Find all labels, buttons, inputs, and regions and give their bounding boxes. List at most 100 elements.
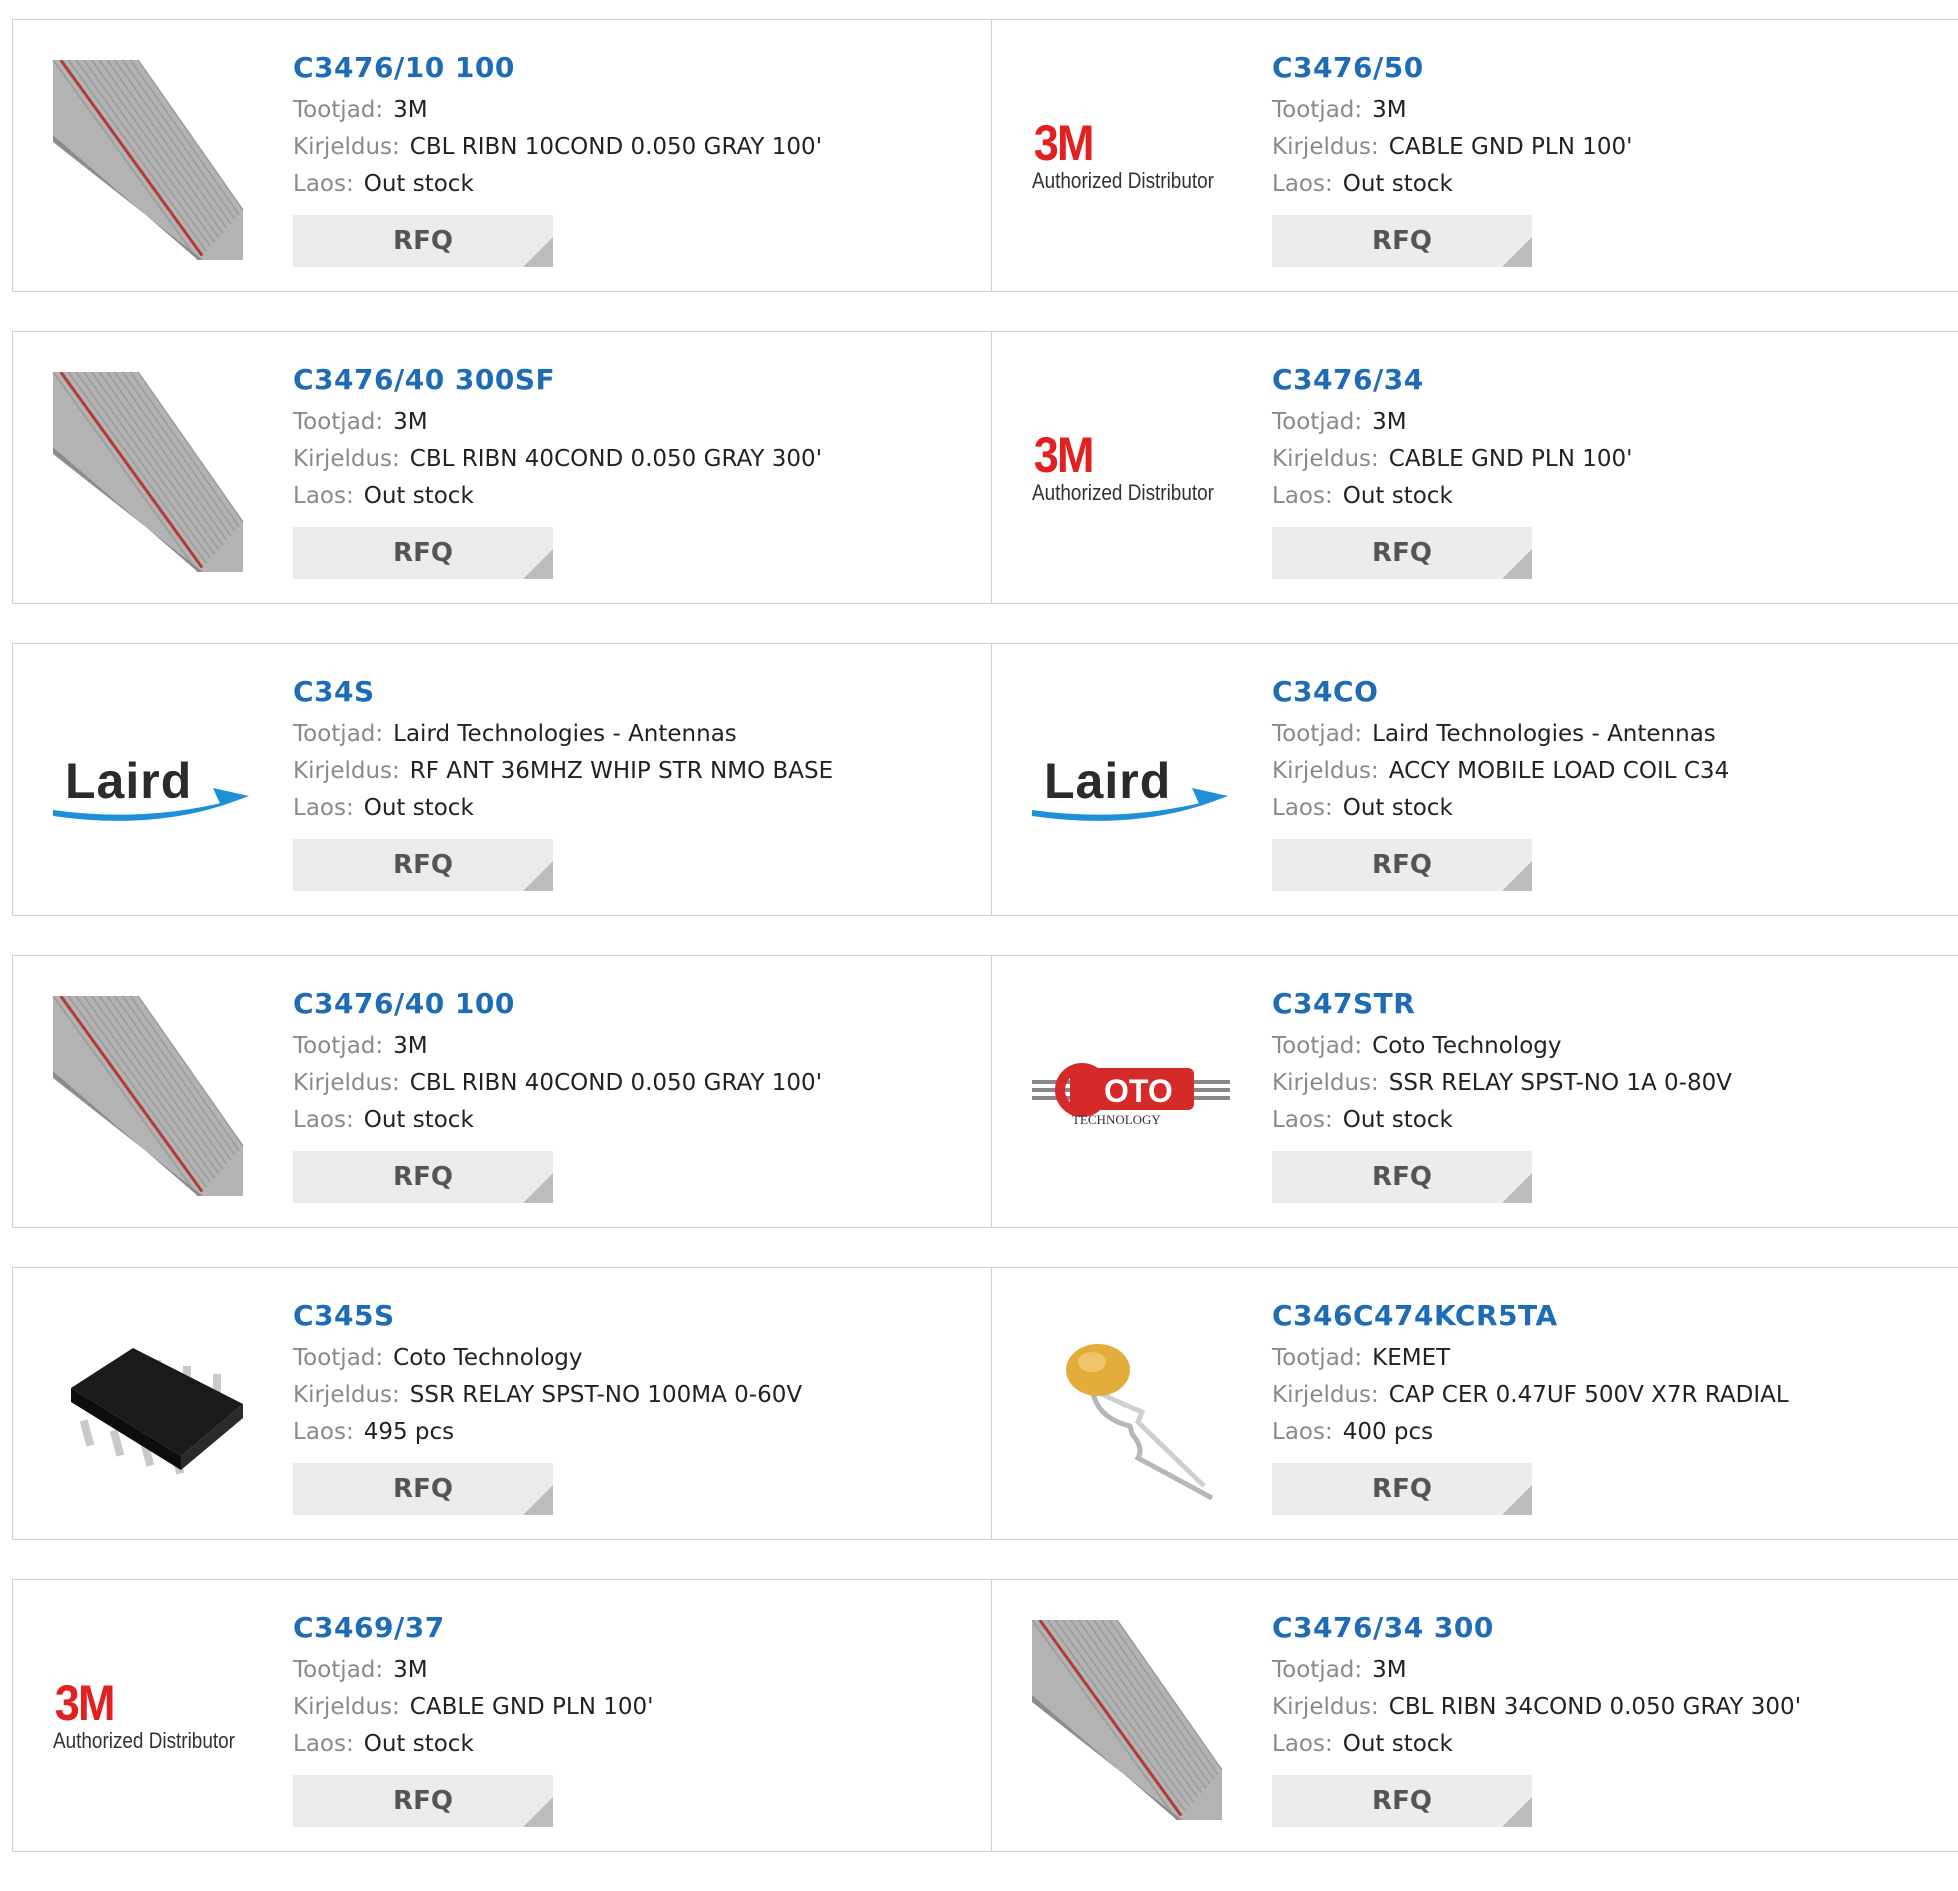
product-card: C3476/40 300SF Tootjad: 3M Kirjeldus: CBL … — [12, 331, 992, 604]
product-image[interactable] — [52, 371, 253, 573]
product-card: C3476/34 300 Tootjad: 3M Kirjeldus: CBL RI… — [991, 1579, 1958, 1852]
rfq-button[interactable]: RFQ — [1272, 1463, 1532, 1515]
product-row: C3476/40 300SF Tootjad: 3M Kirjeldus: CBL … — [12, 331, 1958, 606]
corner-triangle-icon — [1502, 861, 1532, 891]
rfq-button[interactable]: RFQ — [1272, 1151, 1532, 1203]
rfq-button[interactable]: RFQ — [293, 839, 553, 891]
product-image[interactable]: 3M Authorized Distributor — [1032, 60, 1232, 260]
rfq-label: RFQ — [1372, 538, 1432, 568]
rfq-button[interactable]: RFQ — [293, 1151, 553, 1203]
product-image[interactable] — [53, 1308, 253, 1508]
rfq-button[interactable]: RFQ — [293, 1775, 553, 1827]
description-label: Kirjeldus: — [1272, 1070, 1379, 1096]
description-value: SSR RELAY SPST-NO 1A 0-80V — [1388, 1070, 1732, 1096]
product-image[interactable]: OTO TECHNOLOGY — [1032, 996, 1232, 1196]
part-number-link[interactable]: C3476/34 300 — [1272, 1606, 1801, 1652]
manufacturer-row: Tootjad: 3M — [293, 1652, 653, 1689]
product-image[interactable]: 3M Authorized Distributor — [1032, 372, 1232, 572]
manufacturer-label: Tootjad: — [293, 1657, 384, 1683]
stock-row: Laos: 400 pcs — [1272, 1414, 1789, 1451]
part-number-link[interactable]: C3476/40 300SF — [293, 358, 822, 404]
rfq-button[interactable]: RFQ — [293, 527, 553, 579]
svg-text:TECHNOLOGY: TECHNOLOGY — [1072, 1112, 1161, 1127]
ceramic-capacitor-icon — [1066, 1344, 1214, 1501]
manufacturer-label: Tootjad: — [293, 97, 384, 123]
description-row: Kirjeldus: SSR RELAY SPST-NO 100MA 0-60V — [293, 1377, 802, 1414]
product-image[interactable]: Laird — [53, 684, 253, 884]
part-number-link[interactable]: C3476/50 — [1272, 46, 1632, 92]
product-image[interactable] — [52, 59, 253, 261]
part-number-link[interactable]: C3469/37 — [293, 1606, 653, 1652]
description-row: Kirjeldus: CAP CER 0.47UF 500V X7R RADIAL — [1272, 1377, 1789, 1414]
product-info: C3476/10 100 Tootjad: 3M Kirjeldus: CBL RI… — [293, 46, 822, 267]
stock-label: Laos: — [293, 1419, 354, 1445]
rfq-button[interactable]: RFQ — [1272, 839, 1532, 891]
manufacturer-row: Tootjad: 3M — [1272, 404, 1632, 441]
stock-label: Laos: — [293, 1731, 354, 1757]
product-info: C3476/40 100 Tootjad: 3M Kirjeldus: CBL RI… — [293, 982, 822, 1203]
manufacturer-value: KEMET — [1372, 1345, 1451, 1371]
description-label: Kirjeldus: — [1272, 1694, 1379, 1720]
rfq-button[interactable]: RFQ — [293, 1463, 553, 1515]
part-number-link[interactable]: C34CO — [1272, 670, 1729, 716]
stock-value: Out stock — [363, 171, 474, 197]
ribbon-cable-icon — [52, 59, 244, 261]
description-row: Kirjeldus: CABLE GND PLN 100' — [1272, 441, 1632, 478]
product-grid: C3476/10 100 Tootjad: 3M Kirjeldus: CBL RI… — [12, 19, 1958, 1891]
rfq-button[interactable]: RFQ — [1272, 527, 1532, 579]
description-label: Kirjeldus: — [293, 1070, 400, 1096]
product-info: C345S Tootjad: Coto Technology Kirjeldus:… — [293, 1294, 802, 1515]
ribbon-cable-icon — [1031, 1619, 1223, 1821]
stock-value: Out stock — [363, 1731, 474, 1757]
product-row: C3476/40 100 Tootjad: 3M Kirjeldus: CBL RI… — [12, 955, 1958, 1230]
description-row: Kirjeldus: CBL RIBN 34COND 0.050 GRAY 300… — [1272, 1689, 1801, 1726]
stock-value: Out stock — [1342, 795, 1453, 821]
product-card: Laird C34S Tootjad: Laird Technologies - … — [12, 643, 992, 916]
description-value: CBL RIBN 10COND 0.050 GRAY 100' — [409, 134, 823, 160]
product-card: Laird C34CO Tootjad: Laird Technologies -… — [991, 643, 1958, 916]
manufacturer-row: Tootjad: Coto Technology — [1272, 1028, 1732, 1065]
corner-triangle-icon — [1502, 549, 1532, 579]
product-info: C3476/34 300 Tootjad: 3M Kirjeldus: CBL RI… — [1272, 1606, 1801, 1827]
product-card: C3476/40 100 Tootjad: 3M Kirjeldus: CBL RI… — [12, 955, 992, 1228]
corner-triangle-icon — [523, 237, 553, 267]
part-number-link[interactable]: C3476/34 — [1272, 358, 1632, 404]
part-number-link[interactable]: C3476/10 100 — [293, 46, 822, 92]
description-row: Kirjeldus: ACCY MOBILE LOAD COIL C34 — [1272, 753, 1729, 790]
stock-label: Laos: — [1272, 171, 1333, 197]
3m-logo-icon: 3M Authorized Distributor — [1032, 115, 1214, 193]
product-image[interactable] — [52, 995, 253, 1197]
rfq-button[interactable]: RFQ — [1272, 1775, 1532, 1827]
manufacturer-row: Tootjad: 3M — [293, 404, 822, 441]
description-label: Kirjeldus: — [293, 134, 400, 160]
part-number-link[interactable]: C346C474KCR5TA — [1272, 1294, 1789, 1340]
product-image[interactable]: 3M Authorized Distributor — [53, 1620, 253, 1820]
manufacturer-label: Tootjad: — [293, 1033, 384, 1059]
stock-row: Laos: Out stock — [1272, 478, 1632, 515]
manufacturer-value: 3M — [393, 1657, 428, 1683]
description-row: Kirjeldus: CBL RIBN 40COND 0.050 GRAY 300… — [293, 441, 822, 478]
corner-triangle-icon — [523, 1797, 553, 1827]
manufacturer-row: Tootjad: Laird Technologies - Antennas — [1272, 716, 1729, 753]
stock-value: Out stock — [363, 483, 474, 509]
stock-row: Laos: Out stock — [1272, 1726, 1801, 1763]
product-row: C3476/10 100 Tootjad: 3M Kirjeldus: CBL RI… — [12, 19, 1958, 294]
product-card: 3M Authorized Distributor C3469/37 Tootja… — [12, 1579, 992, 1852]
corner-triangle-icon — [1502, 1173, 1532, 1203]
product-image[interactable] — [1032, 1308, 1232, 1508]
manufacturer-row: Tootjad: Laird Technologies - Antennas — [293, 716, 833, 753]
part-number-link[interactable]: C347STR — [1272, 982, 1732, 1028]
stock-row: Laos: Out stock — [293, 478, 822, 515]
rfq-button[interactable]: RFQ — [1272, 215, 1532, 267]
part-number-link[interactable]: C345S — [293, 1294, 802, 1340]
stock-value: Out stock — [363, 795, 474, 821]
description-row: Kirjeldus: CABLE GND PLN 100' — [1272, 129, 1632, 166]
product-image[interactable]: Laird — [1032, 684, 1232, 884]
part-number-link[interactable]: C3476/40 100 — [293, 982, 822, 1028]
manufacturer-value: Coto Technology — [1372, 1033, 1562, 1059]
description-value: CBL RIBN 34COND 0.050 GRAY 300' — [1388, 1694, 1802, 1720]
rfq-button[interactable]: RFQ — [293, 215, 553, 267]
stock-value: Out stock — [1342, 171, 1453, 197]
product-image[interactable] — [1031, 1619, 1232, 1821]
part-number-link[interactable]: C34S — [293, 670, 833, 716]
